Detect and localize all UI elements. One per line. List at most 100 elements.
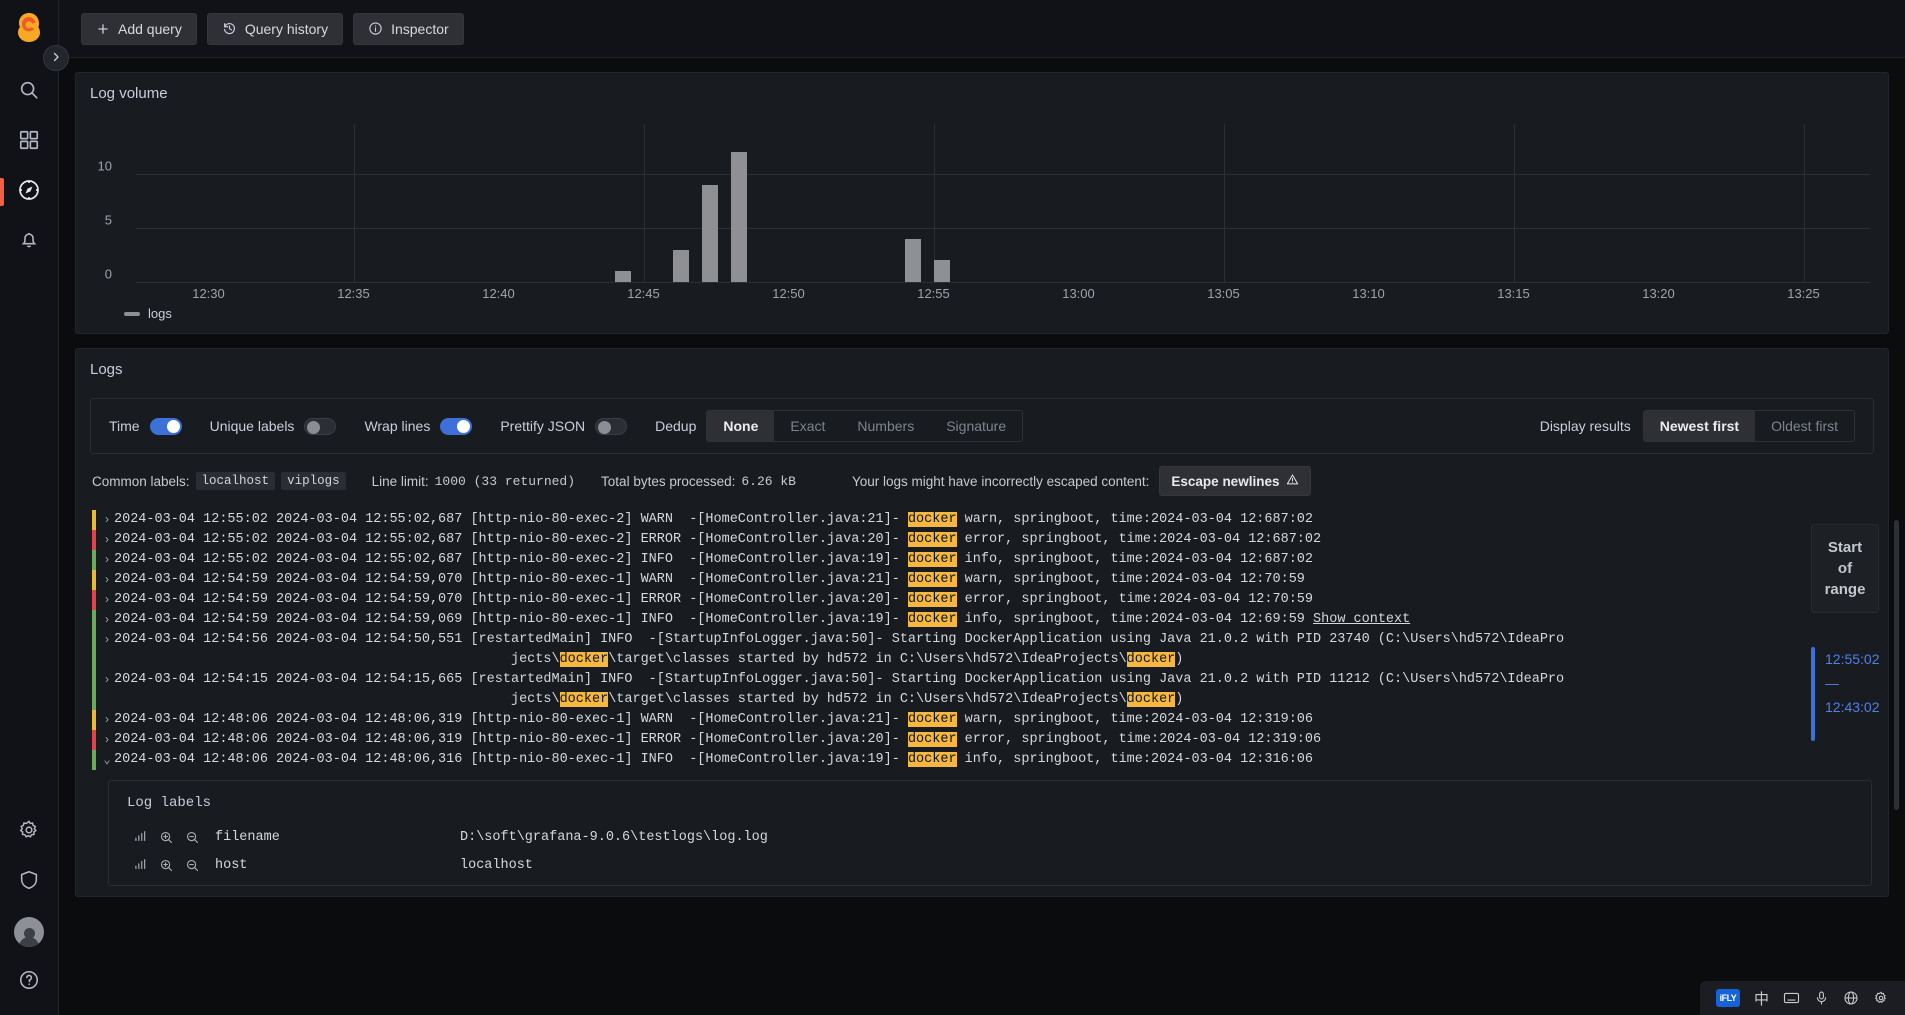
filter-for-value-icon[interactable] bbox=[153, 830, 179, 845]
dedup-option-signature[interactable]: Signature bbox=[930, 411, 1022, 441]
log-row-expand-toggle[interactable]: › bbox=[100, 730, 114, 750]
log-row[interactable]: › 2024-03-04 12:55:02 2024-03-04 12:55:02… bbox=[92, 510, 1872, 530]
sidebar-item-user-profile[interactable] bbox=[0, 907, 59, 957]
log-label-value: localhost bbox=[460, 857, 533, 873]
order-segmented-control[interactable]: Newest first Oldest first bbox=[1642, 410, 1855, 442]
log-label-row: host localhost bbox=[127, 851, 1853, 879]
log-row[interactable]: › 2024-03-04 12:48:06 2024-03-04 12:48:06… bbox=[92, 710, 1872, 730]
ime-language-toggle[interactable]: 中 bbox=[1754, 988, 1769, 1009]
add-query-button[interactable]: Add query bbox=[81, 12, 197, 45]
wrap-lines-toggle-group[interactable]: Wrap lines bbox=[364, 417, 473, 435]
sidebar-item-dashboards[interactable] bbox=[0, 117, 59, 167]
dedup-label: Dedup bbox=[655, 418, 697, 434]
inspector-button[interactable]: Inspector bbox=[353, 12, 464, 45]
logs-scrollbar[interactable] bbox=[1894, 520, 1899, 810]
chart-bar[interactable] bbox=[701, 184, 718, 282]
dedup-option-numbers[interactable]: Numbers bbox=[841, 411, 930, 441]
log-row-expand-toggle[interactable]: ⌄ bbox=[100, 750, 114, 770]
start-of-range-button[interactable]: Start of range bbox=[1811, 524, 1879, 613]
range-indicator: 12:55:02 — 12:43:02 bbox=[1811, 647, 1905, 741]
log-row-expand-toggle[interactable]: › bbox=[100, 510, 114, 530]
grafana-logo-icon[interactable] bbox=[11, 9, 47, 45]
ime-logo-icon[interactable]: iFLY bbox=[1715, 989, 1740, 1007]
order-option-newest-first[interactable]: Newest first bbox=[1643, 411, 1756, 441]
chart-bar[interactable] bbox=[672, 249, 689, 282]
sidebar-item-alerting[interactable] bbox=[0, 217, 59, 267]
common-label-chip[interactable]: localhost bbox=[195, 472, 276, 490]
log-row-expand-toggle[interactable]: › bbox=[100, 590, 114, 610]
time-toggle-group[interactable]: Time bbox=[109, 417, 182, 435]
log-row[interactable]: › 2024-03-04 12:54:59 2024-03-04 12:54:59… bbox=[92, 570, 1872, 590]
common-label-chip[interactable]: viplogs bbox=[281, 472, 346, 490]
line-limit-label: Line limit: bbox=[371, 473, 429, 489]
log-label-key: filename bbox=[215, 829, 280, 845]
label-stats-icon[interactable] bbox=[127, 858, 153, 872]
unique-labels-toggle[interactable] bbox=[304, 417, 337, 435]
log-row-expand-toggle[interactable]: › bbox=[100, 670, 114, 690]
chart-legend[interactable]: logs bbox=[76, 304, 1888, 333]
legend-label: logs bbox=[148, 306, 172, 321]
query-history-button[interactable]: Query history bbox=[206, 12, 344, 45]
settings-icon[interactable] bbox=[1873, 990, 1889, 1006]
log-row-expand-toggle[interactable]: › bbox=[100, 710, 114, 730]
chart-bar[interactable] bbox=[904, 238, 921, 282]
prettify-json-toggle-group[interactable]: Prettify JSON bbox=[500, 417, 628, 435]
query-history-label: Query history bbox=[244, 20, 329, 37]
prettify-json-toggle[interactable] bbox=[595, 417, 628, 435]
start-of-range-line1: Start bbox=[1827, 539, 1863, 556]
log-row[interactable]: › 2024-03-04 12:55:02 2024-03-04 12:55:02… bbox=[92, 530, 1872, 550]
dedup-segmented-control[interactable]: None Exact Numbers Signature bbox=[706, 410, 1024, 442]
wrap-lines-toggle[interactable] bbox=[440, 417, 473, 435]
sidebar-item-configuration[interactable] bbox=[0, 807, 59, 857]
log-row-text: 2024-03-04 12:55:02 2024-03-04 12:55:02,… bbox=[114, 552, 1314, 567]
range-bar bbox=[1811, 647, 1815, 741]
chart-bar[interactable] bbox=[614, 271, 631, 282]
add-query-label: Add query bbox=[118, 20, 182, 37]
order-option-oldest-first[interactable]: Oldest first bbox=[1755, 411, 1854, 441]
filter-out-value-icon[interactable] bbox=[179, 858, 205, 873]
escape-newlines-button[interactable]: Escape newlines bbox=[1159, 466, 1312, 496]
log-row-expand-toggle[interactable]: › bbox=[100, 630, 114, 650]
keyboard-icon[interactable] bbox=[1783, 991, 1800, 1005]
log-volume-chart[interactable]: 0 5 10 12:30 12:35 12:40 12:45 12:50 12:55 13:00… bbox=[76, 106, 1888, 304]
chart-bar[interactable] bbox=[933, 260, 950, 282]
dedup-option-exact[interactable]: Exact bbox=[774, 411, 841, 441]
microphone-icon[interactable] bbox=[1814, 990, 1829, 1006]
x-axis-tick: 13:20 bbox=[1642, 286, 1675, 301]
show-context-link[interactable]: Show context bbox=[1313, 612, 1410, 627]
display-results-label: Display results bbox=[1539, 418, 1631, 434]
nav-expand-toggle[interactable] bbox=[43, 45, 69, 71]
log-row[interactable]: › 2024-03-04 12:54:59 2024-03-04 12:54:59… bbox=[92, 610, 1872, 630]
log-row-expand-toggle[interactable]: › bbox=[100, 570, 114, 590]
filter-out-value-icon[interactable] bbox=[179, 830, 205, 845]
grid-line-vertical bbox=[1803, 124, 1805, 282]
x-axis-tick: 13:05 bbox=[1207, 286, 1240, 301]
log-row-expand-toggle[interactable]: › bbox=[100, 530, 114, 550]
log-row[interactable]: ⌄ 2024-03-04 12:48:06 2024-03-04 12:48:06… bbox=[92, 750, 1872, 770]
log-row[interactable]: › 2024-03-04 12:54:56 2024-03-04 12:54:50… bbox=[92, 630, 1872, 670]
sidebar-item-explore[interactable] bbox=[0, 167, 59, 217]
chart-bar[interactable] bbox=[730, 152, 747, 282]
log-lines-list: › 2024-03-04 12:55:02 2024-03-04 12:55:02… bbox=[76, 506, 1888, 770]
log-row[interactable]: › 2024-03-04 12:48:06 2024-03-04 12:48:06… bbox=[92, 730, 1872, 750]
log-severity-bar-warn bbox=[92, 570, 96, 590]
log-row-expand-toggle[interactable]: › bbox=[100, 550, 114, 570]
main-content: Add query Query history Inspector Log vo… bbox=[59, 0, 1905, 1015]
sidebar-item-search[interactable] bbox=[0, 67, 59, 117]
label-stats-icon[interactable] bbox=[127, 830, 153, 844]
globe-icon[interactable] bbox=[1843, 990, 1859, 1006]
log-row[interactable]: › 2024-03-04 12:54:15 2024-03-04 12:54:15… bbox=[92, 670, 1872, 710]
log-match-highlight: docker bbox=[907, 512, 957, 527]
filter-for-value-icon[interactable] bbox=[153, 858, 179, 873]
sidebar-item-help[interactable] bbox=[0, 957, 59, 1007]
y-axis-tick: 5 bbox=[104, 212, 112, 228]
time-toggle[interactable] bbox=[149, 417, 182, 435]
unique-labels-toggle-group[interactable]: Unique labels bbox=[210, 417, 337, 435]
dedup-option-none[interactable]: None bbox=[707, 411, 775, 441]
log-row-text: 2024-03-04 12:54:59 2024-03-04 12:54:59,… bbox=[114, 592, 1314, 607]
log-row[interactable]: › 2024-03-04 12:54:59 2024-03-04 12:54:59… bbox=[92, 590, 1872, 610]
log-row-expand-toggle[interactable]: › bbox=[100, 610, 114, 630]
log-row-text: 2024-03-04 12:55:02 2024-03-04 12:55:02,… bbox=[114, 532, 1322, 547]
sidebar-item-server-admin[interactable] bbox=[0, 857, 59, 907]
log-row[interactable]: › 2024-03-04 12:55:02 2024-03-04 12:55:02… bbox=[92, 550, 1872, 570]
